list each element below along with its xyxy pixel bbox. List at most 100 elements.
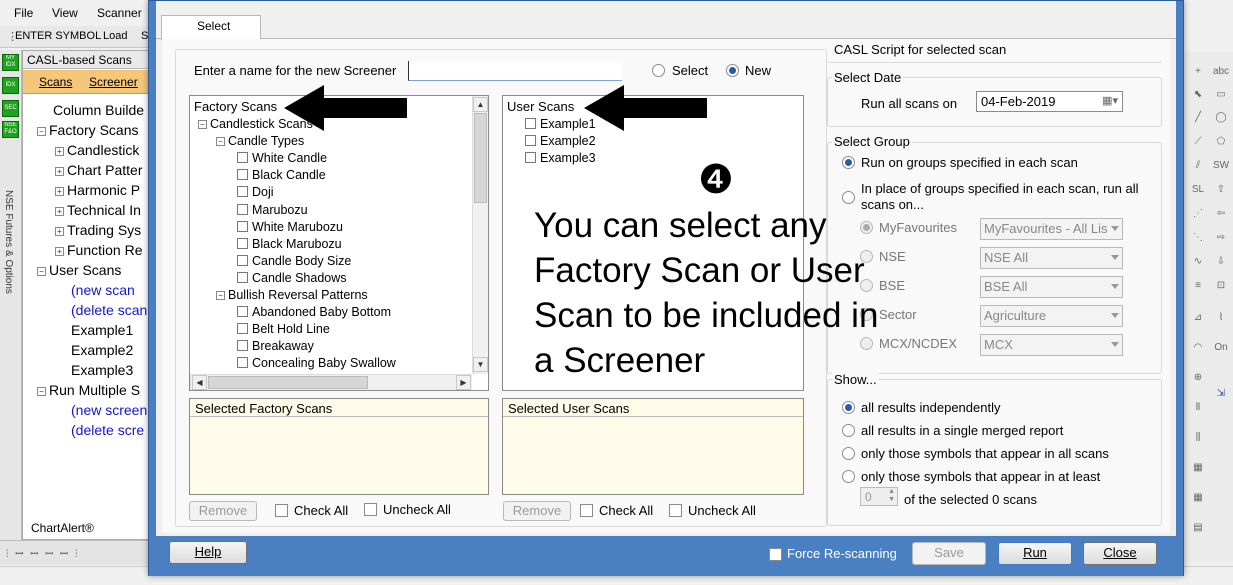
hatch-icon[interactable]: ▦	[1189, 462, 1207, 476]
expander-icon[interactable]: +	[55, 227, 64, 236]
mode-new-radio[interactable]	[726, 64, 739, 77]
arc-icon[interactable]: ◠	[1189, 342, 1207, 356]
scan-checkbox[interactable]	[237, 152, 248, 164]
force-rescanning-checkbox[interactable]	[769, 548, 782, 561]
sw-icon[interactable]: SW	[1212, 160, 1230, 174]
factory-scan-item[interactable]: Candle Shadows	[237, 271, 347, 285]
remove-user-button[interactable]: Remove	[503, 501, 571, 521]
expander-icon[interactable]: +	[55, 147, 64, 156]
tree-item[interactable]: (delete scan	[55, 302, 147, 318]
tree-item[interactable]: + Trading Sys	[55, 222, 141, 238]
grid-line-icon[interactable]: ≡	[1189, 280, 1207, 294]
factory-scan-item[interactable]: White Candle	[237, 151, 327, 165]
expander-icon[interactable]: +	[55, 247, 64, 256]
tree-item[interactable]: + Function Re	[55, 242, 142, 258]
factory-scan-item[interactable]: White Marubozu	[237, 220, 343, 234]
gann-icon[interactable]: ⊿	[1189, 312, 1207, 326]
scroll-up-icon[interactable]: ▲	[473, 97, 488, 112]
save-button[interactable]: Save	[912, 542, 986, 565]
tree-item[interactable]: − Run Multiple S	[37, 382, 140, 398]
group-dropdown[interactable]: Agriculture	[980, 305, 1123, 327]
scan-checkbox[interactable]	[237, 186, 248, 198]
user-check-all-checkbox[interactable]	[580, 504, 593, 517]
run-button[interactable]: Run	[998, 542, 1072, 565]
menu-view[interactable]: View	[52, 6, 78, 20]
elliott-icon[interactable]: ⌇	[1212, 312, 1230, 326]
scan-checkbox[interactable]	[237, 254, 248, 266]
arrow-up-icon[interactable]: ⇧	[1212, 184, 1230, 198]
menu-scanner[interactable]: Scanner	[97, 6, 142, 20]
tree-item[interactable]: Example3	[55, 362, 133, 378]
factory-scan-item[interactable]: Concealing Baby Swallow	[237, 356, 396, 370]
selected-factory-scans-box[interactable]: Selected Factory Scans	[189, 398, 489, 495]
user-scan-item[interactable]: Example3	[525, 151, 596, 165]
arrow-left-icon[interactable]: ⇦	[1212, 208, 1230, 222]
group-dropdown[interactable]: BSE All	[980, 276, 1123, 298]
scan-checkbox[interactable]	[237, 306, 248, 318]
collapse-icon[interactable]: −	[216, 291, 225, 300]
hscroll-thumb[interactable]	[208, 376, 368, 389]
tree-item[interactable]: + Candlestick	[55, 142, 139, 158]
line-icon[interactable]: ╱	[1189, 112, 1207, 126]
expander-icon[interactable]: −	[37, 267, 46, 276]
help-button[interactable]: Help	[169, 541, 247, 564]
group-dropdown[interactable]: MyFavourites - All Lis	[980, 218, 1123, 240]
ellipse-icon[interactable]: ◯	[1212, 112, 1230, 126]
tree-item[interactable]: Column Builde	[37, 102, 144, 118]
selected-user-scans-box[interactable]: Selected User Scans	[502, 398, 804, 495]
calendar-icon[interactable]: ▦▾	[1102, 94, 1118, 107]
polygon-icon[interactable]: ⬠	[1212, 136, 1230, 150]
channel-icon[interactable]: ⫽	[1189, 160, 1207, 174]
scroll-right-icon[interactable]: ▶	[456, 375, 471, 390]
scan-checkbox[interactable]	[237, 237, 248, 249]
bars-icon[interactable]: ⫼	[1189, 432, 1207, 446]
factory-check-all-checkbox[interactable]	[275, 504, 288, 517]
tree-item[interactable]: + Chart Patter	[55, 162, 142, 178]
scan-checkbox[interactable]	[525, 135, 536, 146]
cycle-icon[interactable]: ⊕	[1189, 372, 1207, 386]
factory-scan-item[interactable]: Candle Body Size	[237, 254, 351, 268]
date-picker[interactable]: 04-Feb-2019 ▦▾	[976, 91, 1123, 112]
scroll-down-icon[interactable]: ▼	[473, 357, 488, 372]
vertical-tab-label[interactable]: NSE Futures & Options	[3, 190, 14, 294]
table-icon[interactable]: ▤	[1189, 522, 1207, 536]
tree-item[interactable]: Example1	[55, 322, 133, 338]
expander-icon[interactable]: +	[55, 167, 64, 176]
factory-vscroll[interactable]: ▲ ▼	[472, 96, 488, 374]
scan-checkbox[interactable]	[525, 118, 536, 129]
tree-item[interactable]: + Harmonic P	[55, 182, 140, 198]
plus-icon[interactable]: +	[1189, 66, 1207, 80]
pointer-icon[interactable]: ⇲	[1212, 388, 1230, 402]
scan-count-spinner[interactable]: 0 ▲ ▼	[860, 487, 898, 506]
factory-uncheck-all-checkbox[interactable]	[364, 503, 377, 516]
close-button[interactable]: Close	[1083, 542, 1157, 565]
speed-line-icon[interactable]: ⋱	[1189, 232, 1207, 246]
collapse-icon[interactable]: −	[198, 120, 207, 129]
rectangle-icon[interactable]: ▭	[1212, 89, 1230, 103]
factory-scan-item[interactable]: − Candle Types	[216, 134, 304, 148]
tree-item[interactable]: (new screen	[55, 402, 147, 418]
screener-name-input[interactable]	[408, 61, 622, 81]
fan-icon[interactable]: ⋰	[1189, 208, 1207, 222]
factory-scan-item[interactable]: Black Candle	[237, 168, 326, 182]
collapse-icon[interactable]: −	[216, 137, 225, 147]
factory-scan-item[interactable]: Belt Hold Line	[237, 322, 330, 336]
wave-icon[interactable]: ∿	[1189, 256, 1207, 270]
my-idx-button[interactable]: MY IDX	[2, 54, 19, 71]
scan-checkbox[interactable]	[237, 271, 248, 283]
show-option-radio[interactable]	[842, 470, 855, 483]
expander-icon[interactable]: −	[37, 387, 46, 396]
tree-item[interactable]: (delete scre	[55, 422, 144, 438]
user-uncheck-all-checkbox[interactable]	[669, 504, 682, 517]
fib-icon[interactable]: ⦀	[1189, 402, 1207, 416]
trendline-icon[interactable]: ⟋	[1189, 136, 1207, 150]
sec-button[interactable]: SEC	[2, 100, 19, 117]
remove-factory-button[interactable]: Remove	[189, 501, 257, 521]
show-option-radio[interactable]	[842, 447, 855, 460]
factory-scan-item[interactable]: Breakaway	[237, 339, 314, 353]
user-scan-item[interactable]: Example2	[525, 134, 596, 148]
box-arrow-icon[interactable]: ⊡	[1212, 280, 1230, 294]
tree-item[interactable]: − User Scans	[37, 262, 121, 278]
text-tool-icon[interactable]: abc	[1212, 66, 1230, 80]
cursor-icon[interactable]: ⬉	[1189, 89, 1207, 103]
